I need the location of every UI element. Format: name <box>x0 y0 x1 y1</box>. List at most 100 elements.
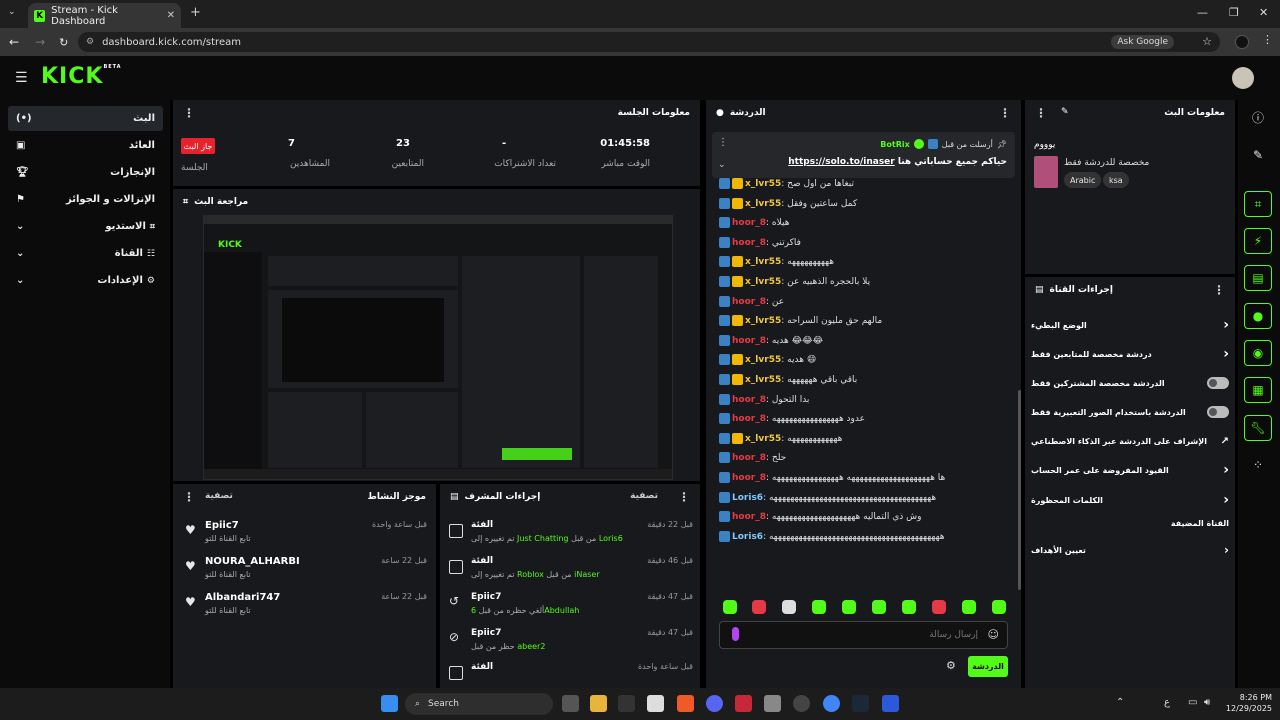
chat-username[interactable]: x_lvr55 <box>745 355 781 365</box>
chat-username[interactable]: hoor_8 <box>732 395 766 405</box>
pinned-expand-icon[interactable]: ⌄ <box>718 160 726 170</box>
hamburger-menu-icon[interactable]: ☰ <box>15 70 28 86</box>
settings-app-icon[interactable] <box>764 695 781 712</box>
file-explorer-icon[interactable] <box>590 695 607 712</box>
set-goals-row[interactable]: تعيين الأهداف › <box>1031 539 1229 561</box>
mod-more-icon[interactable]: ⋮ <box>678 491 690 503</box>
close-window-icon[interactable]: ✕ <box>1259 6 1268 19</box>
sidebar-item-studio[interactable]: ⌄ الاستديو ⌗ <box>8 214 163 239</box>
app-icon[interactable] <box>793 695 810 712</box>
layout-icon[interactable]: ▦ <box>1244 377 1272 403</box>
stream-preview-video[interactable]: KICK <box>203 215 673 480</box>
chat-username[interactable]: Loris6 <box>732 493 763 503</box>
browser-menu-icon[interactable]: ⋮ <box>1262 33 1273 46</box>
chat-username[interactable]: x_lvr55 <box>745 179 781 189</box>
browser-tab[interactable]: K Stream - Kick Dashboard ✕ <box>28 3 181 28</box>
document-icon[interactable]: ▤ <box>1244 265 1272 291</box>
info-icon[interactable]: ⓘ <box>1244 104 1272 130</box>
emote-icon[interactable] <box>723 600 737 614</box>
sidebar-item-settings[interactable]: ⌄ الإعدادات ⚙ <box>8 268 163 293</box>
new-tab-icon[interactable]: + <box>190 5 201 20</box>
kick-logo[interactable]: KICKBETA <box>41 64 122 89</box>
pinned-more-icon[interactable]: ⋮ <box>718 137 728 148</box>
channel-actions-more-icon[interactable]: ⋮ <box>1213 284 1225 296</box>
chat-username[interactable]: x_lvr55 <box>745 434 781 444</box>
tray-chevron-icon[interactable]: ⌃ <box>1116 697 1124 708</box>
task-view-icon[interactable] <box>562 695 579 712</box>
chat-username[interactable]: x_lvr55 <box>745 316 781 326</box>
restore-icon[interactable]: ❐ <box>1229 6 1239 19</box>
channel-action-row[interactable]: الوضع البطيء › <box>1031 314 1229 336</box>
chat-username[interactable]: x_lvr55 <box>745 257 781 267</box>
mic-icon[interactable] <box>732 627 739 641</box>
bookmark-star-icon[interactable]: ☆ <box>1202 35 1212 48</box>
ask-google-button[interactable]: Ask Google <box>1111 35 1174 49</box>
emote-icon[interactable] <box>932 600 946 614</box>
chat-username[interactable]: hoor_8 <box>732 512 766 522</box>
chat-icon[interactable]: ● <box>1244 303 1272 329</box>
channel-action-row[interactable]: الإشراف على الدردشة عبر الذكاء الاصطناعي… <box>1031 430 1229 452</box>
close-tab-icon[interactable]: ✕ <box>167 10 175 21</box>
mod-sub-highlight[interactable]: Just Chatting <box>517 534 568 543</box>
language-indicator[interactable]: ع <box>1164 697 1170 708</box>
chat-username[interactable]: x_lvr55 <box>745 277 781 287</box>
activity-filter-button[interactable]: تصفية <box>205 491 233 503</box>
emote-icon[interactable] <box>962 600 976 614</box>
taskbar-clock[interactable]: 8:26 PM 12/29/2025 <box>1222 692 1272 714</box>
emote-icon[interactable] <box>842 600 856 614</box>
brave-icon[interactable] <box>677 695 694 712</box>
windows-start-icon[interactable] <box>381 695 398 712</box>
activity-more-icon[interactable]: ⋮ <box>183 491 195 503</box>
screenshot-icon[interactable]: ⌗ <box>1244 191 1272 217</box>
chat-settings-icon[interactable]: ⚙ <box>946 659 956 672</box>
mod-filter-button[interactable]: تصفية <box>630 491 658 503</box>
channel-action-row[interactable]: الكلمات المحظورة › <box>1031 489 1229 511</box>
pinned-link[interactable]: https://solo.to/inaser <box>788 157 894 167</box>
emoji-icon[interactable]: ☺ <box>988 628 999 641</box>
emote-icon[interactable] <box>782 600 796 614</box>
back-icon[interactable]: ← <box>9 35 19 49</box>
tag-chip[interactable]: ksa <box>1103 172 1129 188</box>
site-info-icon[interactable]: ⚙ <box>86 37 94 47</box>
app-icon[interactable] <box>618 695 635 712</box>
chat-username[interactable]: hoor_8 <box>732 473 766 483</box>
steam-icon[interactable] <box>852 695 869 712</box>
mod-sub-user[interactable]: iNaser <box>574 570 600 579</box>
toggle-switch[interactable] <box>1207 377 1229 389</box>
forward-icon[interactable]: → <box>35 35 45 49</box>
mod-item-name[interactable]: Epiic7 <box>471 628 501 638</box>
more-apps-icon[interactable]: ⁘ <box>1244 452 1272 478</box>
address-bar[interactable]: ⚙ dashboard.kick.com/stream Ask Google ☆ <box>78 32 1220 52</box>
chat-input[interactable] <box>744 626 978 644</box>
channel-action-row[interactable]: الدردشة مخصصة المشتركين فقط <box>1031 372 1229 394</box>
app-icon[interactable] <box>647 695 664 712</box>
chat-username[interactable]: hoor_8 <box>732 453 766 463</box>
sidebar-item-achievements[interactable]: 🏆︎ الإنجازات <box>8 160 163 185</box>
taskbar-search[interactable]: ⌕ Search <box>405 693 553 715</box>
emote-icon[interactable] <box>752 600 766 614</box>
chat-scrollbar[interactable] <box>1018 390 1021 590</box>
edit-icon[interactable]: ✎ <box>1061 107 1069 119</box>
chat-username[interactable]: Loris6 <box>732 532 763 542</box>
sidebar-item-channel[interactable]: ⌄ القناة ☷ <box>8 241 163 266</box>
sidebar-item-revenue[interactable]: ▣ العائد <box>8 133 163 158</box>
emote-icon[interactable] <box>872 600 886 614</box>
minimize-icon[interactable]: — <box>1197 6 1208 19</box>
mod-sub-highlight[interactable]: Roblox <box>517 570 544 579</box>
sidebar-item-stream[interactable]: (•) البث <box>8 106 163 131</box>
mod-sub-user[interactable]: abeer2 <box>517 642 545 651</box>
channel-action-row[interactable]: القيود المفروضة على عمر الحساب › <box>1031 459 1229 481</box>
session-more-icon[interactable]: ⋮ <box>183 107 195 119</box>
chrome-icon[interactable] <box>823 695 840 712</box>
mod-sub-user[interactable]: Loris6 <box>599 534 623 543</box>
chat-username[interactable]: hoor_8 <box>732 414 766 424</box>
tab-search-icon[interactable]: ⌄ <box>8 7 16 17</box>
profile-avatar-icon[interactable] <box>1235 35 1249 49</box>
toggle-switch[interactable] <box>1207 406 1229 418</box>
volume-icon[interactable]: 🔊︎ <box>1204 697 1210 708</box>
user-avatar[interactable] <box>1232 67 1254 89</box>
discord-icon[interactable] <box>706 695 723 712</box>
pencil-icon[interactable]: ✎ <box>1244 142 1272 168</box>
network-icon[interactable]: ▭ <box>1188 697 1197 708</box>
chat-username[interactable]: hoor_8 <box>732 297 766 307</box>
